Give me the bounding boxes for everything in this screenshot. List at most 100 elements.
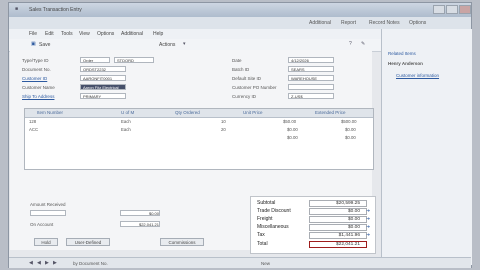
menu-options[interactable]: Options	[97, 31, 114, 37]
customer-id-field[interactable]: AARONFIT0001	[80, 75, 126, 81]
amount-received-field[interactable]	[30, 210, 66, 216]
first-record-icon[interactable]: ◀	[29, 260, 33, 266]
customer-name-label: Customer Name	[22, 85, 55, 90]
col-uom[interactable]: U of M	[121, 110, 134, 115]
customer-id-link[interactable]: Customer ID	[22, 76, 47, 81]
customer-name-field[interactable]: Aaron Fitz Electrical	[80, 84, 126, 90]
related-items-pane: Related Items Henry Anderson Customer in…	[381, 29, 472, 265]
next-record-icon[interactable]: ▶	[45, 260, 49, 266]
previous-record-icon[interactable]: ◀	[37, 260, 41, 266]
app-icon: ■	[15, 6, 19, 12]
freight-value[interactable]: $0.00	[309, 216, 367, 223]
col-extended-price[interactable]: Extended Price	[315, 110, 346, 115]
cell-item: 128	[29, 119, 37, 124]
trade-discount-expand-icon[interactable]: ➜	[366, 208, 370, 214]
ribbon-tab-record-notes[interactable]: Record Notes	[369, 20, 400, 26]
chevron-down-icon: ▾	[183, 41, 186, 47]
total-value: $22,041.21	[309, 241, 367, 248]
cell-item: ACC	[29, 127, 39, 132]
amount-received-label: Amount Received	[30, 202, 66, 207]
subtotal-label: Subtotal	[257, 200, 276, 206]
date-field[interactable]: 4/12/2026	[288, 57, 334, 63]
currency-id-field[interactable]: Z-US$	[288, 93, 334, 99]
cell-qty: 10	[221, 119, 226, 124]
cell-uom: Each	[121, 119, 131, 124]
hold-button[interactable]: Hold	[34, 238, 58, 246]
ribbon-tab-report[interactable]: Report	[341, 20, 356, 26]
batch-id-field[interactable]: SEARS	[288, 66, 334, 72]
tax-expand-icon[interactable]: ➜	[366, 232, 370, 238]
trade-discount-label: Trade Discount	[257, 208, 291, 214]
ribbon-tab-options[interactable]: Options	[409, 20, 426, 26]
total-label: Total	[257, 241, 268, 247]
batch-id-label: Batch ID	[232, 67, 250, 72]
freight-row: Freight $0.00 ➜	[255, 216, 371, 223]
line-items-grid: Item Number U of M Qty Ordered Unit Pric…	[24, 108, 374, 170]
freight-expand-icon[interactable]: ➜	[366, 216, 370, 222]
last-record-icon[interactable]: ▶	[53, 260, 57, 266]
currency-id-label: Currency ID	[232, 94, 257, 99]
col-item-number[interactable]: Item Number	[37, 110, 63, 115]
customer-information-link[interactable]: Customer information	[396, 73, 439, 78]
tax-row: Tax $1,441.96 ➜	[255, 232, 371, 239]
on-account-label: On Account	[30, 222, 54, 227]
cell-extended-price: $500.00	[341, 119, 357, 124]
menu-tools[interactable]: Tools	[61, 31, 73, 37]
user-defined-button[interactable]: User-Defined	[66, 238, 110, 246]
close-button[interactable]	[459, 5, 471, 14]
trade-discount-row: Trade Discount $0.00 ➜	[255, 208, 371, 215]
menu-view[interactable]: View	[79, 31, 90, 37]
window-title: Sales Transaction Entry	[29, 7, 82, 13]
default-site-label: Default Site ID	[232, 76, 262, 81]
miscellaneous-expand-icon[interactable]: ➜	[366, 224, 370, 230]
table-row[interactable]: 128 Each 10 $50.00 $500.00	[25, 118, 373, 125]
help-icon[interactable]: ?	[349, 41, 352, 47]
menu-edit[interactable]: Edit	[45, 31, 54, 37]
tax-value[interactable]: $1,441.96	[309, 232, 367, 239]
cell-unit-price: $0.00	[287, 127, 298, 132]
table-row[interactable]: $0.00 $0.00	[25, 134, 373, 141]
menu-additional[interactable]: Additional	[121, 31, 143, 37]
notes-icon[interactable]: ✎	[361, 41, 365, 47]
totals-panel: Subtotal $20,599.25 Trade Discount $0.00…	[250, 196, 376, 254]
type-id-label: Type/Type ID	[22, 58, 49, 63]
sort-dropdown[interactable]: by Document No.	[73, 261, 108, 266]
miscellaneous-label: Miscellaneous	[257, 224, 289, 230]
customer-po-label: Customer PO Number	[232, 85, 277, 90]
cell-qty: 20	[221, 127, 226, 132]
type-id-field[interactable]: STDORD	[114, 57, 154, 63]
commissions-button[interactable]: Commissions	[160, 238, 204, 246]
maximize-button[interactable]	[446, 5, 458, 14]
subtotal-value: $20,599.25	[309, 200, 367, 207]
cell-unit-price: $50.00	[283, 119, 297, 124]
menu-file[interactable]: File	[29, 31, 37, 37]
status-text: New	[261, 261, 271, 266]
ship-to-field[interactable]: PRIMARY	[80, 93, 126, 99]
grid-header: Item Number U of M Qty Ordered Unit Pric…	[25, 109, 373, 118]
default-site-field[interactable]: WAREHOUSE	[288, 75, 334, 81]
ship-to-link[interactable]: Ship To Address	[22, 94, 54, 99]
total-row: Total $22,041.21	[255, 241, 371, 248]
type-field[interactable]: Order	[80, 57, 110, 63]
menu-bar: File Edit Tools View Options Additional …	[9, 29, 381, 39]
save-button[interactable]: Save	[39, 42, 50, 48]
status-bar: ◀ ◀ ▶ ▶ by Document No. New	[9, 257, 471, 268]
customer-contact-name: Henry Anderson	[388, 61, 423, 66]
title-bar: ■ Sales Transaction Entry	[9, 3, 471, 17]
table-row[interactable]: ACC Each 20 $0.00 $0.00	[25, 126, 373, 133]
minimize-button[interactable]	[433, 5, 445, 14]
miscellaneous-value[interactable]: $0.00	[309, 224, 367, 231]
ribbon-tab-additional[interactable]: Additional	[309, 20, 331, 26]
trade-discount-value[interactable]: $0.00	[309, 208, 367, 215]
cell-extended-price: $0.00	[345, 135, 356, 140]
customer-po-field[interactable]	[288, 84, 334, 90]
menu-help[interactable]: Help	[153, 31, 163, 37]
cell-uom: Each	[121, 127, 131, 132]
subtotal-row: Subtotal $20,599.25	[255, 200, 371, 207]
col-qty[interactable]: Qty Ordered	[175, 110, 200, 115]
document-no-field[interactable]: ORDST2232	[80, 66, 126, 72]
col-unit-price[interactable]: Unit Price	[243, 110, 263, 115]
cell-extended-price: $0.00	[345, 127, 356, 132]
actions-button[interactable]: Actions	[159, 42, 175, 48]
on-account-value: $22,041.21	[120, 221, 160, 227]
